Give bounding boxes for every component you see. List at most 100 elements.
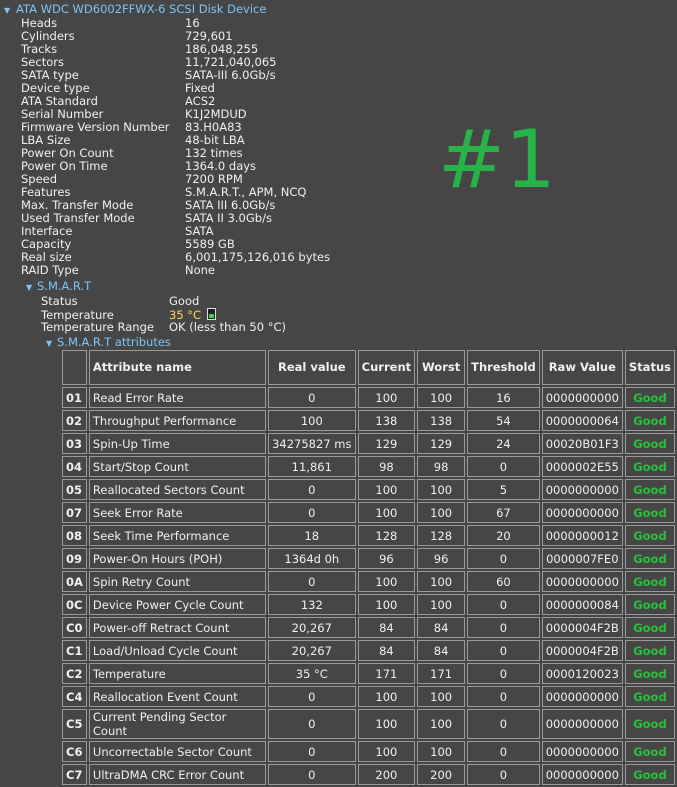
current-column-header[interactable]: Current [357,350,416,385]
worst-cell: 200 [417,764,466,785]
worst-cell: 98 [417,456,466,477]
real-value-cell: 1364d 0h [267,548,356,569]
table-row[interactable]: 07 Seek Error Rate 0 100 100 67 0000000000 Good [62,502,675,523]
attribute-name: Power-off Retract Count [88,617,266,638]
status-cell: Good [624,741,675,762]
real-value-cell: 100 [267,410,356,431]
current-cell: 100 [357,479,416,500]
real-value-cell: 0 [267,387,356,408]
threshold-column-header[interactable]: Threshold [467,350,540,385]
attribute-id: 04 [62,456,87,477]
attribute-id: C7 [62,764,87,785]
worst-cell: 100 [417,387,466,408]
current-cell: 100 [357,741,416,762]
table-row[interactable]: 04 Start/Stop Count 11,861 98 98 0 0000002E55 G… [62,456,675,477]
worst-cell: 96 [417,548,466,569]
table-row[interactable]: 03 Spin-Up Time 34275827 ms 129 129 24 00020B0… [62,433,675,454]
smart-range-row: Temperature Range OK (less than 50 °C) [41,321,286,334]
status-cell: Good [624,686,675,707]
attribute-id: 0C [62,594,87,615]
property-value: SATA [185,224,214,238]
status-column-header[interactable]: Status [624,350,675,385]
attribute-name-column-header[interactable]: Attribute name [88,350,266,385]
table-row[interactable]: 09 Power-On Hours (POH) 1364d 0h 96 96 0 00000… [62,548,675,569]
table-row[interactable]: C6 Uncorrectable Sector Count 0 100 100 0 0000… [62,741,675,762]
real-value-cell: 18 [267,525,356,546]
table-row[interactable]: C2 Temperature 35 °C 171 171 0 0000120023 Good [62,663,675,684]
property-value: 48-bit LBA [185,133,245,147]
property-value: SATA II 3.0Gb/s [185,211,272,225]
worst-cell: 84 [417,617,466,638]
table-row[interactable]: 0C Device Power Cycle Count 132 100 100 0 0000… [62,594,675,615]
attribute-name: Start/Stop Count [88,456,266,477]
current-cell: 100 [357,571,416,592]
smart-range-value: OK (less than 50 °C) [169,320,286,334]
table-row[interactable]: C0 Power-off Retract Count 20,267 84 84 0 0000… [62,617,675,638]
status-cell: Good [624,548,675,569]
property-value: ACS2 [185,94,216,108]
attribute-name: UltraDMA CRC Error Count [88,764,266,785]
property-value: 83.H0A83 [185,120,242,134]
status-cell: Good [624,479,675,500]
collapse-arrow-icon[interactable]: ▼ [46,339,57,348]
property-value: 186,048,255 [185,42,259,56]
real-value-column-header[interactable]: Real value [267,350,356,385]
collapse-arrow-icon[interactable]: ▼ [26,283,37,292]
table-row[interactable]: 0A Spin Retry Count 0 100 100 60 0000000000 Goo… [62,571,675,592]
current-cell: 200 [357,764,416,785]
id-column-header [62,350,87,385]
smart-tree-node[interactable]: ▼ S.M.A.R.T [26,279,91,293]
table-row[interactable]: C5 Current Pending Sector Count 0 100 100 0 00… [62,709,675,739]
device-title: ATA WDC WD6002FFWX-6 SCSI Disk Device [16,2,267,16]
threshold-cell: 0 [467,764,540,785]
collapse-arrow-icon[interactable]: ▼ [4,6,16,15]
status-cell: Good [624,525,675,546]
status-cell: Good [624,433,675,454]
device-tree-node[interactable]: ▼ ATA WDC WD6002FFWX-6 SCSI Disk Device [4,2,266,16]
current-cell: 84 [357,640,416,661]
status-cell: Good [624,502,675,523]
current-cell: 84 [357,617,416,638]
property-value: SATA-III 6.0Gb/s [185,68,276,82]
worst-cell: 100 [417,709,466,739]
raw-value-column-header[interactable]: Raw Value [541,350,623,385]
raw-value-cell: 0000120023 [541,663,623,684]
table-row[interactable]: 02 Throughput Performance 100 138 138 54 00000… [62,410,675,431]
worst-column-header[interactable]: Worst [417,350,466,385]
property-value: 1364.0 days [185,159,257,173]
attribute-id: 09 [62,548,87,569]
status-cell: Good [624,456,675,477]
attribute-id: 01 [62,387,87,408]
real-value-cell: 20,267 [267,640,356,661]
property-value: S.M.A.R.T., APM, NCQ [185,185,307,199]
real-value-cell: 34275827 ms [267,433,356,454]
current-cell: 128 [357,525,416,546]
current-cell: 138 [357,410,416,431]
table-row[interactable]: 01 Read Error Rate 0 100 100 16 0000000000 Good [62,387,675,408]
threshold-cell: 0 [467,456,540,477]
table-row[interactable]: C4 Reallocation Event Count 0 100 100 0 000000… [62,686,675,707]
table-row[interactable]: C7 UltraDMA CRC Error Count 0 200 200 0 000000… [62,764,675,785]
current-cell: 100 [357,387,416,408]
attribute-id: C4 [62,686,87,707]
smart-attributes-tree-node[interactable]: ▼ S.M.A.R.T attributes [46,335,171,349]
real-value-cell: 0 [267,709,356,739]
threshold-cell: 0 [467,617,540,638]
raw-value-cell: 0000004F2B [541,617,623,638]
attribute-id: 02 [62,410,87,431]
worst-cell: 84 [417,640,466,661]
table-row[interactable]: 08 Seek Time Performance 18 128 128 20 0000000… [62,525,675,546]
attribute-id: C6 [62,741,87,762]
smart-range-key: Temperature Range [41,320,154,334]
table-row[interactable]: 05 Reallocated Sectors Count 0 100 100 5 00000… [62,479,675,500]
current-cell: 98 [357,456,416,477]
raw-value-cell: 0000000000 [541,571,623,592]
smart-status-key: Status [41,294,78,308]
status-cell: Good [624,387,675,408]
property-value: 6,001,175,126,016 bytes [185,250,331,264]
table-row[interactable]: C1 Load/Unload Cycle Count 20,267 84 84 0 0000… [62,640,675,661]
property-value: 5589 GB [185,237,235,251]
current-cell: 100 [357,594,416,615]
worst-cell: 100 [417,741,466,762]
attribute-id: 0A [62,571,87,592]
